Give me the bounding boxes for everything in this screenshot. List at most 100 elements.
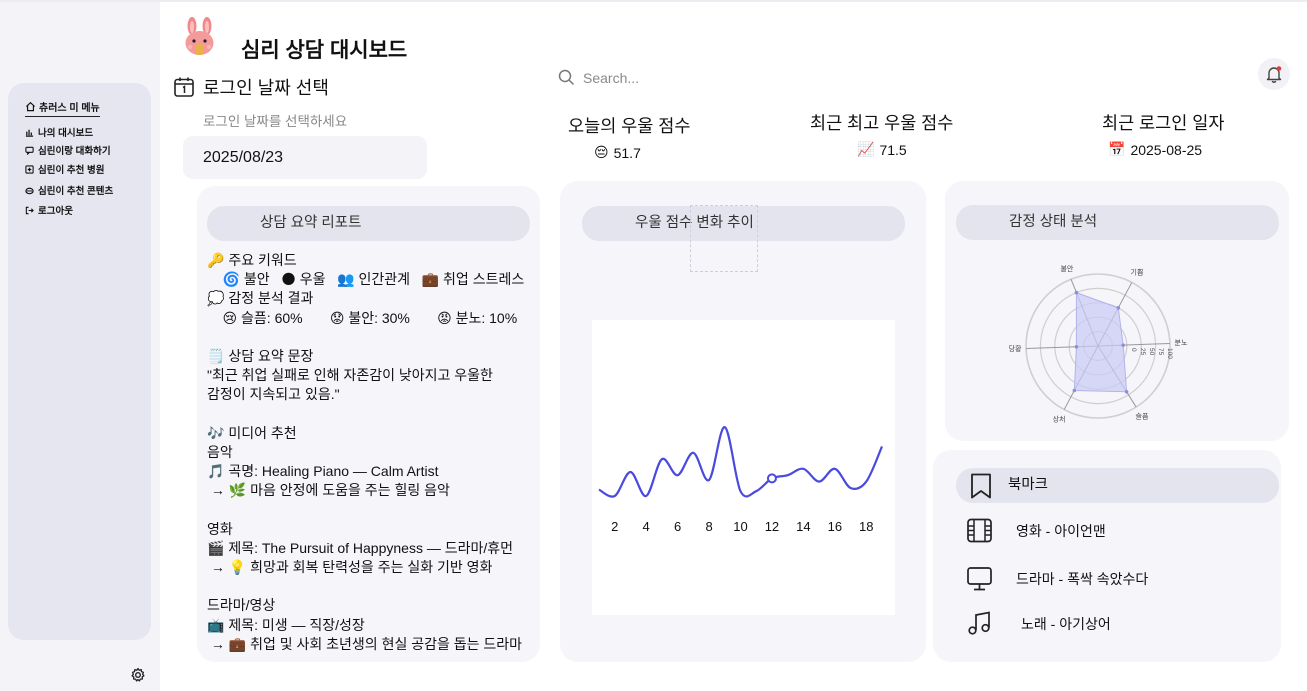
date-input[interactable]: 2025/08/23 xyxy=(183,136,427,179)
sidebar-item-hospital[interactable]: 심린이 추천 병원 xyxy=(25,162,104,176)
radar-ring-label: 50 xyxy=(1148,348,1155,356)
top-border xyxy=(0,0,1307,2)
radar-point xyxy=(1116,306,1121,310)
radar-ring-label: 100 xyxy=(1166,348,1173,359)
report-line xyxy=(207,405,532,424)
chat-bubble-icon xyxy=(25,146,34,155)
emotion-radar-chart: 불안 기쁨분노슬픔 상처 당황 0 25 50 75 100 xyxy=(1009,264,1188,423)
music-note-icon xyxy=(968,611,990,635)
search-bar[interactable]: Search... xyxy=(558,69,639,86)
radar-axis-label: 분노 xyxy=(1175,339,1188,347)
sidebar-item-label: 심린이랑 대화하기 xyxy=(38,146,111,157)
content-icon xyxy=(25,187,34,194)
bookmark-item-song[interactable]: 노래 - 아기상어 xyxy=(966,610,1111,637)
bar-chart-icon xyxy=(25,129,34,137)
bookmark-item-drama[interactable]: 드라마 - 폭싹 속았수다 xyxy=(966,565,1148,592)
bookmark-title: 북마크 xyxy=(1008,477,1049,493)
sidebar-title: 츄러스 미 메뉴 xyxy=(25,99,100,117)
radar-point xyxy=(1124,389,1129,394)
settings-gear-icon[interactable] xyxy=(130,667,146,688)
bookmark-item-movie[interactable]: 영화 - 아이언맨 xyxy=(966,517,1106,544)
calendar-icon xyxy=(174,77,194,97)
emotion-title-pill: 감정 상태 분석 xyxy=(956,205,1279,240)
report-line xyxy=(207,577,532,596)
sidebar-item-label: 로그아웃 xyxy=(38,206,73,217)
home-icon xyxy=(25,101,36,112)
stat-today-score: 오늘의 우울 점수 😔 51.7 xyxy=(568,113,690,161)
stat-value: 2025-08-25 xyxy=(1130,141,1203,158)
notification-button[interactable] xyxy=(1258,58,1290,90)
stat-value-row: 📅 2025-08-25 xyxy=(1108,141,1224,158)
report-line: 🌀 불안 🌑 우울 👥 인간관계 💼 취업 스트레스 xyxy=(207,271,525,288)
trend-up-icon: 📈 xyxy=(857,141,875,157)
trend-series-line xyxy=(598,426,884,498)
stat-value: 51.7 xyxy=(613,144,641,161)
x-tick-label: 2 xyxy=(611,519,618,534)
app-title: 심리 상담 대시보드 xyxy=(241,39,408,62)
bookmark-label: 노래 - 아기상어 xyxy=(1021,615,1111,632)
radar-axis-label: 슬픔 xyxy=(1136,411,1149,420)
radar-point xyxy=(1121,343,1125,347)
bookmark-title-pill: 북마크 xyxy=(956,468,1279,503)
bookmark-label: 드라마 - 폭싹 속았수다 xyxy=(1016,570,1149,587)
sidebar-item-chat[interactable]: 심린이랑 대화하기 xyxy=(25,143,111,157)
sidebar-item-dashboard[interactable]: 나의 대시보드 xyxy=(25,125,93,139)
radar-point xyxy=(1074,344,1079,349)
x-tick-label: 18 xyxy=(859,519,873,534)
radar-axis-label: 불안 xyxy=(1060,264,1073,273)
report-line: 감정이 지속되고 있음." xyxy=(207,386,340,403)
radar-axis-label: 당황 xyxy=(1009,344,1022,353)
stat-value-row: 😔 51.7 xyxy=(594,144,690,161)
image-placeholder xyxy=(690,205,758,272)
report-line: 🎶 미디어 추천 xyxy=(207,424,297,441)
trend-line-chart: 2 4 6 8 10 12 14 16 18 xyxy=(598,426,884,534)
bookmark-label: 영화 - 아이언맨 xyxy=(1016,522,1106,539)
report-line xyxy=(207,328,532,347)
monitor-icon xyxy=(967,567,992,591)
report-line: 영화 xyxy=(207,520,233,537)
date-hint: 로그인 날짜를 선택하세요 xyxy=(203,114,348,129)
sidebar-item-label: 나의 대시보드 xyxy=(38,128,94,139)
radar-point xyxy=(1074,290,1079,295)
trend-highlight-point[interactable] xyxy=(766,473,777,484)
report-line: 🎬 제목: The Pursuit of Happyness — 드라마/휴먼 xyxy=(207,539,514,556)
report-line: 💭 감정 분석 결과 xyxy=(207,290,314,307)
bell-icon xyxy=(1266,66,1282,83)
report-line: 🔑 주요 키워드 xyxy=(207,252,297,268)
sidebar-item-logout[interactable]: 로그아웃 xyxy=(25,203,73,217)
bookmark-icon xyxy=(971,473,991,498)
stat-last-login: 최근 로그인 일자 📅 2025-08-25 xyxy=(1102,110,1224,158)
x-tick-label: 16 xyxy=(828,519,842,534)
report-title: 상담 요약 리포트 xyxy=(260,215,362,231)
calendar-emoji-icon: 📅 xyxy=(1108,141,1126,157)
x-tick-label: 4 xyxy=(643,519,650,534)
report-line: 🎵 곡명: Healing Piano — Calm Artist xyxy=(207,463,439,480)
stat-max-score: 최근 최고 우울 점수 📈 71.5 xyxy=(810,110,953,158)
sidebar-item-content[interactable]: 심린이 추천 콘텐츠 xyxy=(25,183,113,197)
x-tick-label: 10 xyxy=(733,519,747,534)
search-icon xyxy=(558,69,575,86)
stat-label: 최근 로그인 일자 xyxy=(1102,113,1225,133)
stat-value-row: 📈 71.5 xyxy=(857,141,953,158)
report-line: → 💼 취업 및 사회 초년생의 현실 공감을 돕는 드라마 xyxy=(207,635,523,652)
search-input[interactable]: Search... xyxy=(583,70,639,86)
report-line: 😢 슬픔: 60% 😟 불안: 30% 😡 분노: 10% xyxy=(207,309,518,326)
sidebar-item-label: 심린이 추천 콘텐츠 xyxy=(38,186,114,197)
stat-label: 최근 최고 우울 점수 xyxy=(810,113,954,133)
sidebar: 츄러스 미 메뉴 나의 대시보드 심린이랑 대화하기 심린이 추천 병원 심린이… xyxy=(8,83,151,640)
emotion-title: 감정 상태 분석 xyxy=(1009,214,1098,230)
report-line: 음악 xyxy=(207,443,233,460)
x-tick-label: 14 xyxy=(796,519,810,534)
sidebar-title-label: 츄러스 미 메뉴 xyxy=(39,103,100,114)
radar-ring-label: 75 xyxy=(1157,348,1164,356)
radar-ring-label: 25 xyxy=(1139,348,1146,356)
report-line: → 💡 희망과 회복 탄력성을 주는 실화 기반 영화 xyxy=(207,559,493,575)
report-title-pill: 상담 요약 리포트 xyxy=(207,206,530,241)
radar-ring-label: 0 xyxy=(1130,348,1137,352)
sad-face-icon: 😔 xyxy=(594,144,609,160)
hospital-icon xyxy=(25,164,34,174)
report-line: "최근 취업 실패로 인해 자존감이 낮아지고 우울한 xyxy=(207,367,493,384)
radar-axis-label: 기쁨 xyxy=(1131,268,1144,277)
report-line: 드라마/영상 xyxy=(207,597,276,614)
stat-label: 오늘의 우울 점수 xyxy=(568,116,691,136)
